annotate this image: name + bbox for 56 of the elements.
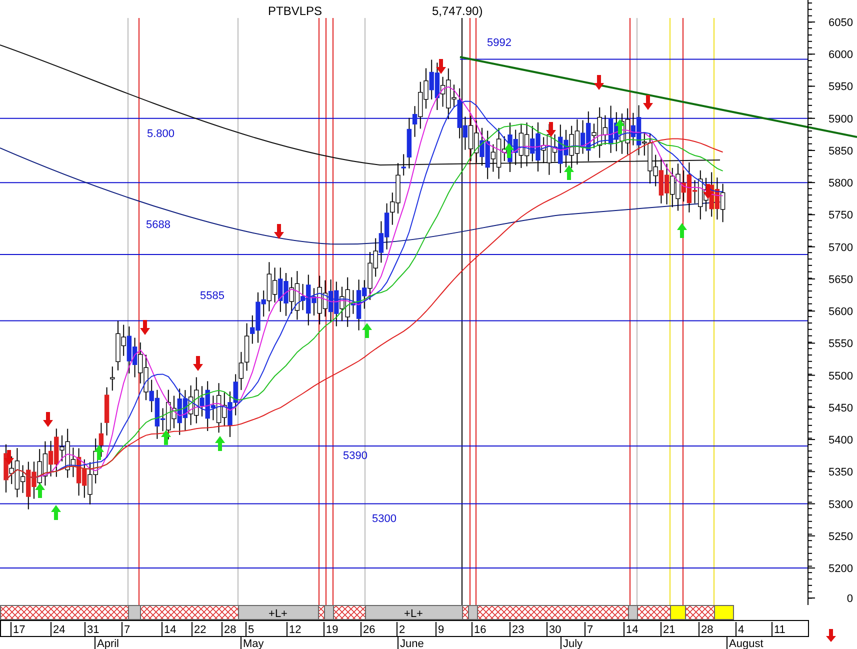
day-label: 23: [512, 624, 524, 636]
chart-title: PTBVLPS: [268, 4, 322, 18]
y-axis-label: 5300: [828, 498, 853, 511]
month-label: July: [563, 638, 583, 649]
day-label: 12: [289, 624, 302, 636]
day-label: 31: [87, 624, 100, 636]
period-label: +L+: [404, 608, 423, 620]
y-axis-label: 5900: [828, 113, 853, 126]
day-label: 11: [774, 624, 786, 636]
price-level-label: 5.800: [147, 128, 175, 140]
y-axis-label: 5700: [828, 242, 853, 254]
price-level-label: 5300: [372, 513, 396, 525]
price-level-label: 5992: [487, 37, 512, 49]
y-axis-label: 5200: [828, 563, 853, 575]
day-label: 24: [53, 624, 66, 636]
month-label: May: [243, 638, 264, 649]
y-axis-label: 5950: [828, 81, 853, 94]
day-label: 26: [363, 624, 376, 636]
y-axis-label: 5500: [828, 370, 853, 382]
day-label: 19: [326, 624, 338, 636]
day-label: 2: [399, 624, 406, 636]
y-axis-label: 5650: [828, 274, 853, 286]
y-axis-label: 5550: [828, 338, 853, 350]
day-label: 17: [13, 624, 26, 636]
y-axis-label: 5250: [828, 530, 853, 543]
y-axis-label: 5600: [828, 306, 853, 318]
y-axis-label: 0: [846, 593, 853, 605]
day-label: 22: [194, 624, 206, 636]
day-label: 9: [438, 624, 444, 636]
day-label: 5: [248, 624, 254, 636]
day-label: 28: [701, 624, 714, 636]
day-label: 28: [224, 624, 236, 636]
day-label: 14: [164, 624, 176, 636]
day-label: 30: [549, 624, 562, 636]
month-label: August: [729, 638, 764, 649]
y-axis-label: 5400: [828, 434, 853, 447]
day-label: 14: [626, 624, 638, 636]
period-label: +L+: [268, 608, 288, 620]
price-level-label: 5688: [146, 219, 170, 231]
price-level-label: 5390: [343, 450, 368, 462]
y-axis-label: 6000: [828, 49, 853, 62]
y-axis-label: 5800: [828, 178, 853, 190]
month-label: June: [400, 638, 424, 649]
price-level-label: 5585: [200, 290, 224, 302]
day-label: 7: [124, 624, 130, 636]
day-label: 4: [738, 624, 744, 636]
day-label: 21: [663, 624, 676, 636]
month-label: April: [97, 638, 120, 649]
y-axis-label: 5750: [828, 210, 853, 222]
y-axis-label: 6050: [828, 17, 853, 29]
day-label: 16: [474, 624, 486, 636]
day-label: 7: [587, 624, 594, 636]
y-axis-label: 5350: [828, 466, 853, 479]
y-axis-label: 5450: [828, 402, 853, 414]
y-axis-label: 5850: [828, 145, 853, 158]
last-price: 5,747.90): [432, 4, 483, 18]
